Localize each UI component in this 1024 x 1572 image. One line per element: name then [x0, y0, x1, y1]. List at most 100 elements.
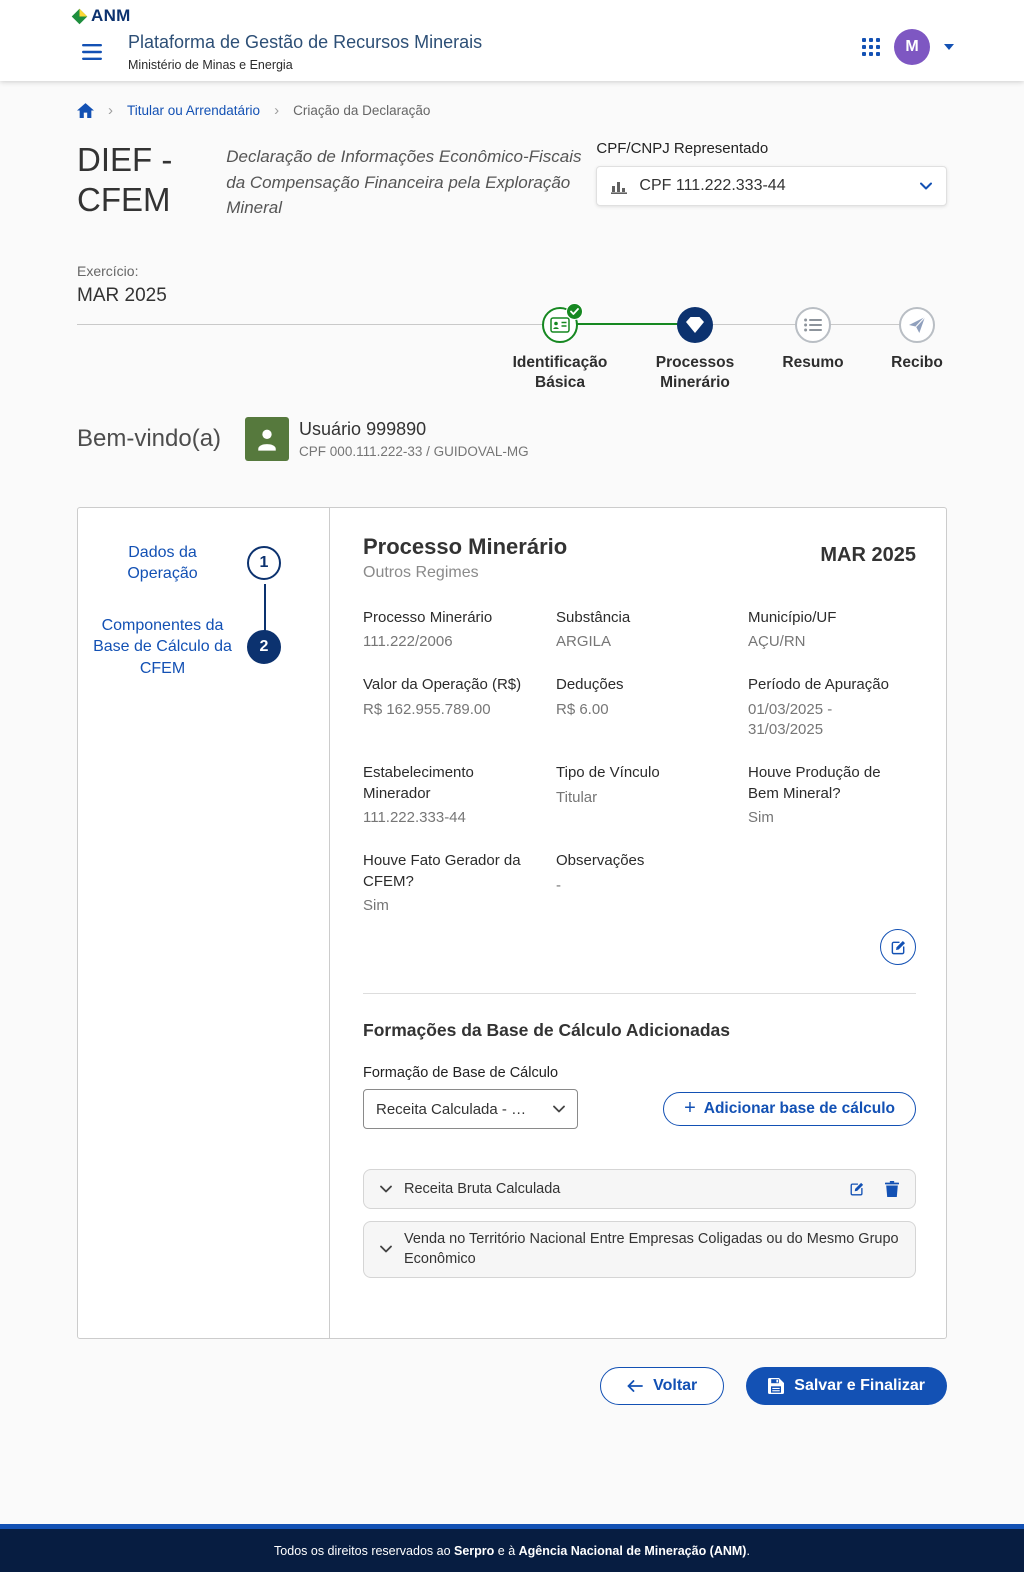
person-icon [253, 425, 281, 453]
arrow-left-icon [627, 1380, 643, 1392]
accordion-label: Receita Bruta Calculada [404, 1179, 837, 1199]
step-processos-minerario[interactable]: Processos Minerário [629, 307, 761, 393]
delete-formation-button[interactable] [885, 1181, 899, 1197]
field-substancia: Substância ARGILA [556, 608, 748, 653]
step-circle [899, 307, 935, 343]
breadcrumb-separator-icon: › [108, 103, 113, 118]
diamond-icon [686, 317, 704, 333]
field-fato-gerador-cfem: Houve Fato Gerador da CFEM? Sim [363, 851, 556, 917]
step-label: Resumo [782, 353, 843, 373]
panel-header: Processo Minerário Outros Regimes MAR 20… [363, 534, 916, 582]
represented-box: CPF/CNPJ Representado CPF 111.222.333-44 [596, 140, 947, 206]
user-menu-caret-button[interactable] [944, 44, 954, 50]
field-valor-operacao: Valor da Operação (R$) R$ 162.955.789.00 [363, 675, 556, 741]
field-label: Substância [556, 608, 730, 629]
field-label: Processo Minerário [363, 608, 538, 629]
breadcrumb-home-link[interactable] [77, 103, 94, 118]
paper-plane-icon [908, 316, 926, 334]
voltar-button[interactable]: Voltar [600, 1367, 724, 1405]
header-titles: Plataforma de Gestão de Recursos Minerai… [128, 32, 482, 72]
app-subtitle: Ministério de Minas e Energia [128, 58, 482, 72]
field-processo-minerario: Processo Minerário 111.222/2006 [363, 608, 556, 653]
represented-value: CPF 111.222.333-44 [639, 177, 785, 195]
exercise-label: Exercício: [77, 263, 947, 279]
represented-select[interactable]: CPF 111.222.333-44 [596, 166, 947, 206]
content-divider [363, 993, 916, 994]
edit-process-row [363, 929, 916, 965]
welcome-block: Bem-vindo(a) Usuário 999890 CPF 000.111.… [77, 417, 947, 461]
user-avatar[interactable]: M [894, 29, 930, 65]
panel-titles: Processo Minerário Outros Regimes [363, 534, 567, 582]
step-circle [795, 307, 831, 343]
edit-formation-button[interactable] [849, 1181, 865, 1197]
home-icon [77, 103, 94, 118]
menu-button[interactable] [80, 40, 104, 64]
field-estabelecimento-minerador: Estabelecimento Minerador 111.222.333-44 [363, 763, 556, 829]
panel-title: Processo Minerário [363, 534, 567, 560]
chevron-down-icon [920, 182, 932, 190]
formation-select-label: Formação de Base de Cálculo [363, 1065, 916, 1081]
wizard-nav-dados-operacao[interactable]: Dados da Operação 1 [78, 542, 329, 585]
wizard-content: Processo Minerário Outros Regimes MAR 20… [330, 508, 946, 1338]
field-municipio-uf: Município/UF AÇU/RN [748, 608, 916, 653]
app-footer: Todos os direitos reservados ao Serpro e… [0, 1524, 1024, 1572]
edit-process-button[interactable] [880, 929, 916, 965]
represented-label: CPF/CNPJ Representado [596, 140, 947, 157]
edit-pencil-icon [849, 1181, 865, 1197]
accordion-venda-territorio-nacional[interactable]: Venda no Território Nacional Entre Empre… [363, 1221, 916, 1278]
breadcrumb-separator-icon: › [274, 103, 279, 118]
add-base-calculo-button[interactable]: + Adicionar base de cálculo [663, 1092, 916, 1126]
formation-select[interactable]: Receita Calculada - … [363, 1089, 578, 1129]
step-circle [677, 307, 713, 343]
wizard-nav-label: Dados da Operação [78, 542, 247, 585]
field-value: AÇU/RN [748, 632, 898, 653]
welcome-greeting: Bem-vindo(a) [77, 425, 221, 453]
field-label: Houve Produção de Bem Mineral? [748, 763, 898, 804]
field-label: Observações [556, 851, 730, 872]
step-label: Recibo [891, 353, 943, 373]
list-icon [804, 318, 822, 332]
panel-subtitle: Outros Regimes [363, 564, 567, 582]
salvar-finalizar-label: Salvar e Finalizar [794, 1377, 925, 1395]
id-card-icon [550, 317, 570, 333]
bar-chart-icon [611, 179, 628, 194]
step-recibo[interactable]: Recibo [851, 307, 983, 373]
wizard-nav-step-number: 1 [247, 546, 281, 580]
breadcrumb-current: Criação da Declaração [293, 103, 430, 118]
wizard-side-nav: Dados da Operação 1 Componentes da Base … [78, 508, 330, 1338]
dief-header: DIEF - CFEM Declaração de Informações Ec… [77, 140, 947, 221]
breadcrumb-link-titular[interactable]: Titular ou Arrendatário [127, 103, 260, 118]
apps-grid-button[interactable] [862, 38, 880, 56]
user-name: Usuário 999890 [299, 419, 529, 440]
field-value: Sim [748, 808, 898, 829]
salvar-finalizar-button[interactable]: Salvar e Finalizar [746, 1367, 947, 1405]
panel-period: MAR 2025 [820, 534, 916, 567]
footer-brand-serpro: Serpro [454, 1544, 494, 1558]
field-value: 111.222/2006 [363, 632, 538, 653]
formation-accordion-list: Receita Bruta Calculada [363, 1169, 916, 1278]
exercise-block: Exercício: MAR 2025 [77, 263, 947, 307]
field-producao-bem-mineral: Houve Produção de Bem Mineral? Sim [748, 763, 916, 829]
anm-logo[interactable]: ANM [70, 6, 131, 26]
field-label: Valor da Operação (R$) [363, 675, 538, 696]
add-base-calculo-label: Adicionar base de cálculo [704, 1100, 895, 1118]
header-actions: M [862, 29, 954, 65]
field-label: Tipo de Vínculo [556, 763, 730, 784]
app-header: ANM Plataforma de Gestão de Recursos Min… [0, 0, 1024, 81]
anm-logo-icon [70, 7, 89, 26]
app-title: Plataforma de Gestão de Recursos Minerai… [128, 32, 482, 53]
chevron-down-icon [380, 1185, 392, 1193]
footer-brand-anm: Agência Nacional de Mineração (ANM) [519, 1544, 747, 1558]
header-row: Plataforma de Gestão de Recursos Minerai… [70, 32, 954, 72]
hamburger-icon [82, 44, 102, 60]
page: ANM Plataforma de Gestão de Recursos Min… [0, 0, 1024, 1572]
footer-middle: e à [494, 1544, 518, 1558]
accordion-receita-bruta-calculada[interactable]: Receita Bruta Calculada [363, 1169, 916, 1209]
chevron-down-icon [553, 1105, 565, 1113]
bottom-actions: Voltar Salvar e Finalizar [77, 1367, 947, 1405]
wizard-nav-componentes-base-calculo[interactable]: Componentes da Base de Cálculo da CFEM 2 [78, 615, 329, 680]
field-value: 01/03/2025 - 31/03/2025 [748, 700, 898, 741]
step-identificacao-basica[interactable]: Identificação Básica [494, 307, 626, 393]
page-title: DIEF - CFEM [77, 140, 206, 221]
field-observacoes: Observações - [556, 851, 748, 917]
